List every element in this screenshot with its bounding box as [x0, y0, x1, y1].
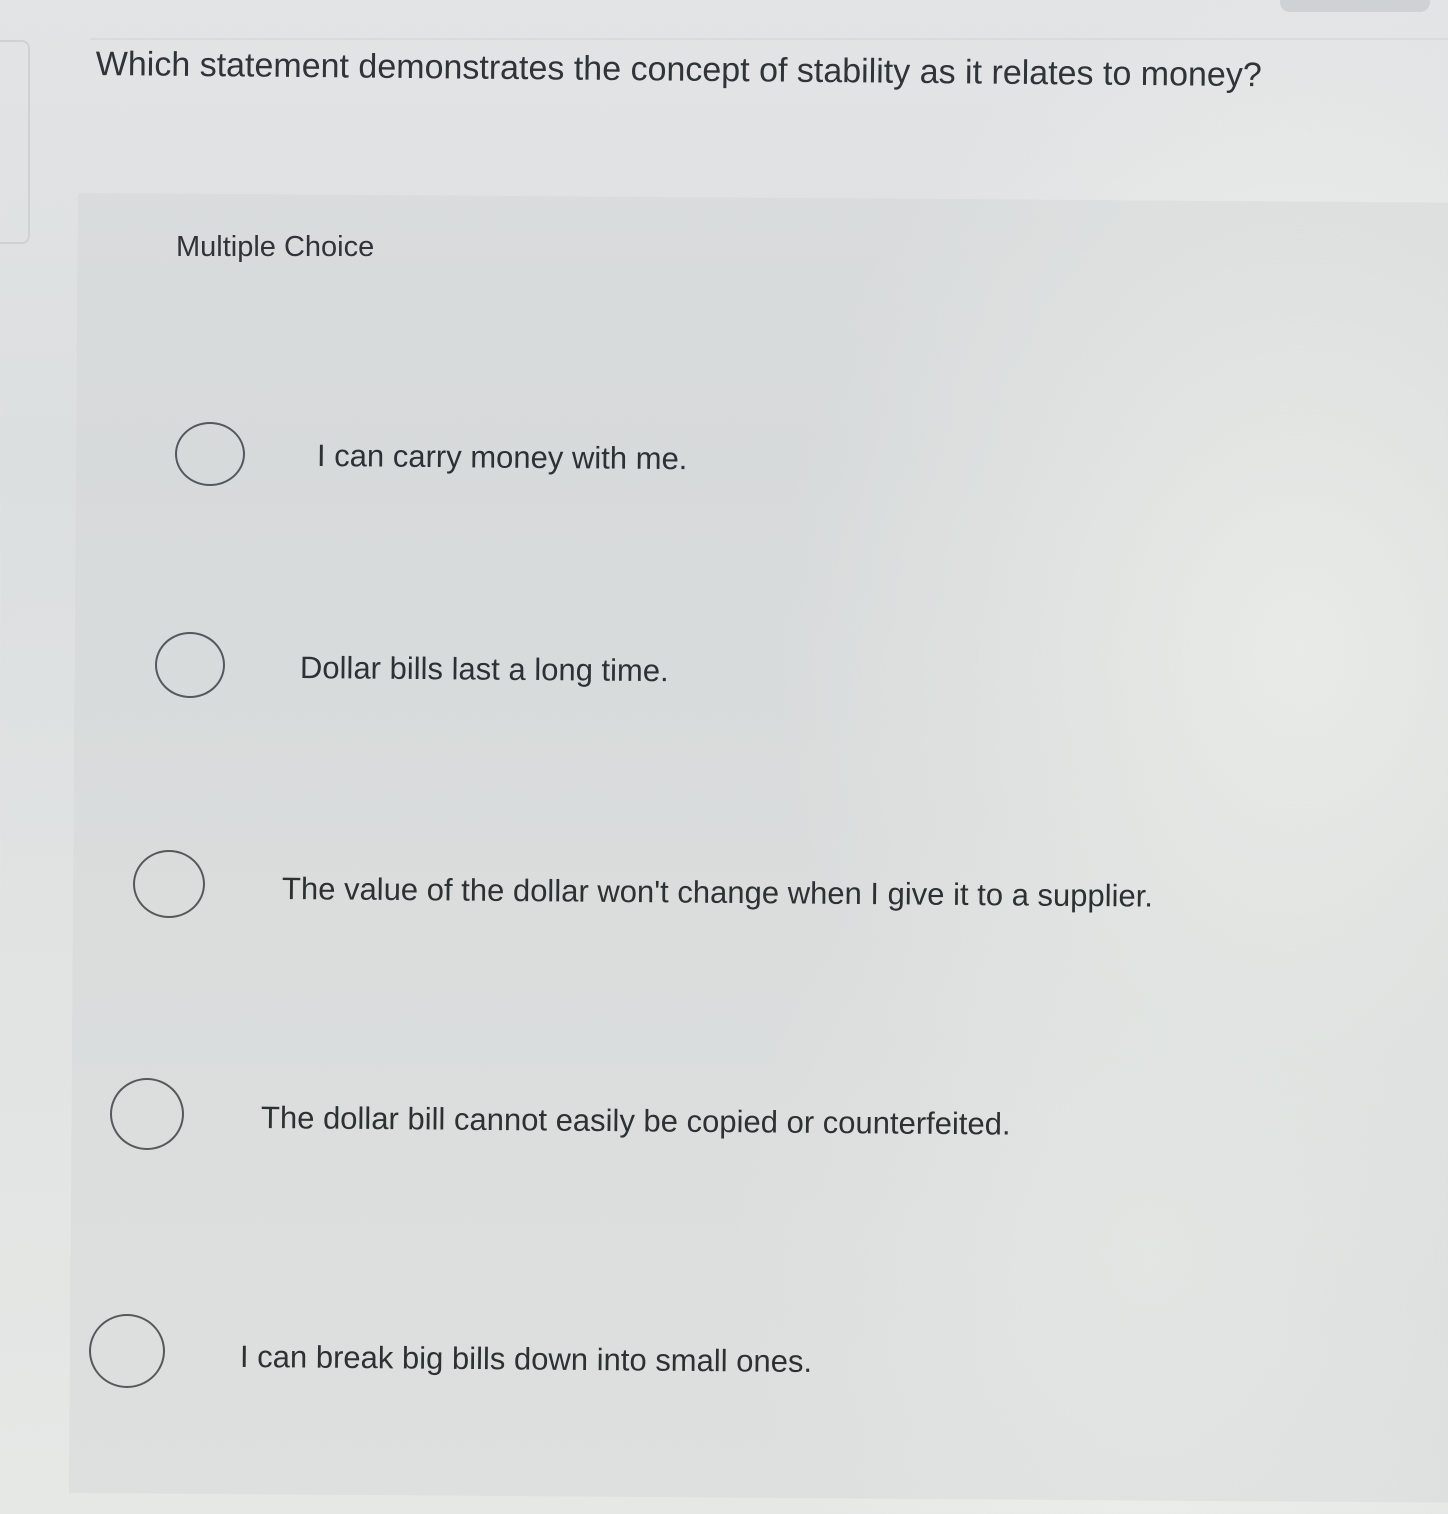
radio-button[interactable]	[110, 1078, 184, 1150]
divider	[90, 38, 1448, 40]
question-text: Which statement demonstrates the concept…	[95, 44, 1262, 95]
option-label: I can break big bills down into small on…	[239, 1339, 813, 1379]
radio-button[interactable]	[89, 1314, 165, 1388]
option-1[interactable]: I can carry money with me.	[175, 420, 875, 490]
radio-button[interactable]	[155, 632, 225, 698]
option-label: Dollar bills last a long time.	[299, 650, 669, 689]
window-edge	[1280, 0, 1430, 12]
question-type-label: Multiple Choice	[176, 231, 375, 263]
option-4[interactable]: The dollar bill cannot easily be copied …	[110, 1078, 1140, 1152]
radio-button[interactable]	[133, 850, 205, 918]
option-label: The dollar bill cannot easily be copied …	[260, 1100, 1011, 1142]
option-5[interactable]: I can break big bills down into small on…	[89, 1314, 939, 1390]
option-label: I can carry money with me.	[316, 438, 688, 477]
option-3[interactable]: The value of the dollar won't change whe…	[133, 850, 1263, 922]
option-label: The value of the dollar won't change whe…	[281, 871, 1154, 914]
option-2[interactable]: Dollar bills last a long time.	[155, 630, 855, 702]
left-panel-edge	[0, 40, 30, 244]
choice-panel	[68, 193, 1448, 1503]
radio-button[interactable]	[175, 422, 245, 486]
